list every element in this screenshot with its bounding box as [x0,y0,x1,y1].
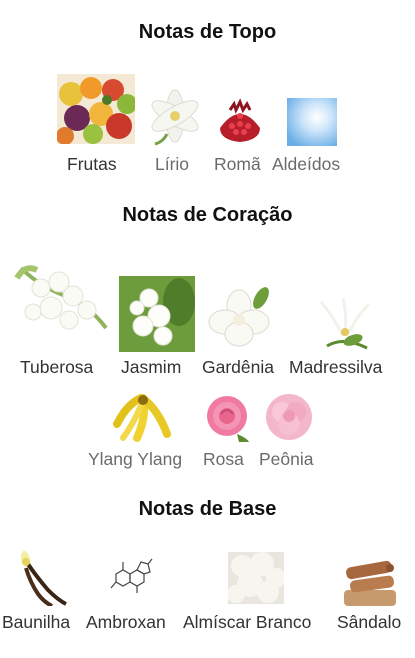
honeysuckle-icon [319,297,371,350]
white-musk-icon [228,552,284,604]
note-label-gardenia: Gardênia [202,357,274,377]
pomegranate-icon [220,98,260,142]
vanilla-icon [20,550,67,606]
note-label-tuberosa: Tuberosa [20,357,94,377]
tuberose-icon [14,265,108,330]
sandalwood-icon [344,560,396,606]
note-label-sandalo: Sândalo [337,612,402,632]
gardenia-icon [208,287,270,347]
note-label-baunilha: Baunilha [2,612,71,632]
aldehydes-sky-icon [287,98,337,146]
note-label-almiscar-branco: Almíscar Branco [183,612,312,632]
note-label-madressilva: Madressilva [289,357,383,377]
rose-icon [207,396,249,442]
note-label-peonia: Peônia [259,449,314,469]
note-label-ambroxan: Ambroxan [86,612,166,632]
ambroxan-molecule-icon [110,558,153,593]
section-title-base: Notas de Base [138,498,277,520]
note-label-ylang-ylang: Ylang Ylang [88,449,183,469]
jasmine-icon [119,276,195,352]
fruits-icon [57,74,135,144]
note-label-aldeidos: Aldeídos [272,154,341,174]
note-label-jasmim: Jasmim [121,357,182,377]
lily-icon [151,89,199,146]
section-title-top: Notas de Topo [138,21,277,43]
note-label-lirio: Lírio [155,154,190,174]
peony-icon [266,394,312,440]
note-label-frutas: Frutas [67,154,117,174]
note-label-rosa: Rosa [203,449,244,469]
note-label-roma: Romã [214,154,261,174]
section-title-heart: Notas de Coração [122,204,293,226]
ylang-ylang-icon [113,394,171,442]
